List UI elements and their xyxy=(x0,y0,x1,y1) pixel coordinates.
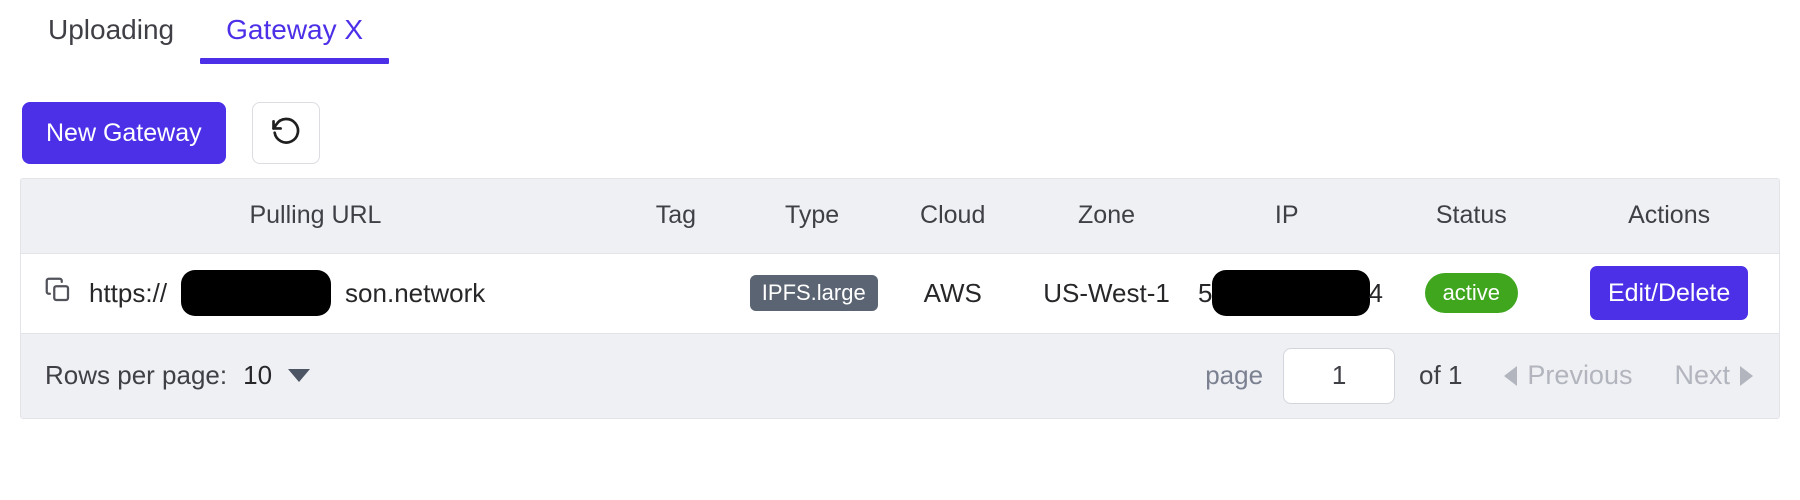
cell-type: IPFS.large xyxy=(741,253,883,334)
page-total-label: of 1 xyxy=(1419,360,1463,390)
gateway-table-element: Pulling URL Tag Type Cloud Zone IP Statu… xyxy=(21,179,1779,334)
rows-per-page-label: Rows per page: xyxy=(45,360,228,390)
cell-actions: Edit/Delete xyxy=(1559,253,1779,334)
column-header-ip[interactable]: IP xyxy=(1190,179,1384,254)
new-gateway-button[interactable]: New Gateway xyxy=(22,102,226,164)
triangle-left-icon xyxy=(1504,365,1518,386)
rows-per-page-value: 10 xyxy=(243,360,273,390)
chevron-down-icon[interactable] xyxy=(288,369,311,382)
column-header-type[interactable]: Type xyxy=(741,179,883,254)
previous-page-button[interactable]: Previous xyxy=(1504,360,1632,391)
refresh-ccw-icon xyxy=(269,114,303,153)
column-header-tag[interactable]: Tag xyxy=(609,179,742,254)
next-page-button[interactable]: Next xyxy=(1674,360,1753,391)
cell-status: active xyxy=(1383,253,1560,334)
gateway-table: Pulling URL Tag Type Cloud Zone IP Statu… xyxy=(20,178,1780,419)
tab-uploading[interactable]: Uploading xyxy=(22,0,200,64)
url-redaction-block xyxy=(181,270,332,316)
edit-delete-button[interactable]: Edit/Delete xyxy=(1589,266,1749,320)
rows-per-page-control[interactable]: Rows per page: 10 xyxy=(45,360,311,391)
column-header-status[interactable]: Status xyxy=(1383,179,1560,254)
ip-suffix: 4 xyxy=(1368,277,1383,308)
triangle-right-icon xyxy=(1740,365,1753,386)
tab-uploading-label: Uploading xyxy=(48,14,175,45)
previous-page-label: Previous xyxy=(1527,360,1633,390)
table-header-row: Pulling URL Tag Type Cloud Zone IP Statu… xyxy=(21,179,1779,254)
refresh-button[interactable] xyxy=(251,102,320,164)
tab-gateway-x[interactable]: Gateway X xyxy=(200,0,390,64)
pagination-controls: page of 1 Previous Next xyxy=(1205,347,1757,404)
column-header-cloud[interactable]: Cloud xyxy=(882,179,1024,254)
ip-redaction-block xyxy=(1211,270,1370,316)
url-prefix: https:// xyxy=(89,277,168,308)
tab-bar: Uploading Gateway X xyxy=(0,0,1800,80)
copy-icon[interactable] xyxy=(43,275,73,312)
column-header-zone[interactable]: Zone xyxy=(1023,179,1191,254)
table-row: https:// son.network IPFS.large AWS US-We… xyxy=(21,253,1779,334)
type-badge: IPFS.large xyxy=(749,275,878,311)
cell-pulling-url: https:// son.network xyxy=(21,253,610,334)
cell-ip: 54 xyxy=(1190,253,1384,334)
cell-tag xyxy=(609,253,742,334)
status-badge: active xyxy=(1424,273,1519,313)
ip-prefix: 5 xyxy=(1198,277,1213,308)
column-header-pulling-url[interactable]: Pulling URL xyxy=(21,179,610,254)
next-page-label: Next xyxy=(1674,360,1730,390)
table-footer: Rows per page: 10 page of 1 Previous Nex… xyxy=(21,333,1779,418)
action-bar: New Gateway xyxy=(0,80,1800,172)
cell-zone: US-West-1 xyxy=(1023,253,1191,334)
tab-gateway-x-label: Gateway X xyxy=(226,14,364,45)
cell-cloud: AWS xyxy=(882,253,1024,334)
url-suffix: son.network xyxy=(345,277,486,308)
column-header-actions: Actions xyxy=(1559,179,1779,254)
page-number-input[interactable] xyxy=(1283,347,1396,404)
page-label: page xyxy=(1205,360,1264,390)
